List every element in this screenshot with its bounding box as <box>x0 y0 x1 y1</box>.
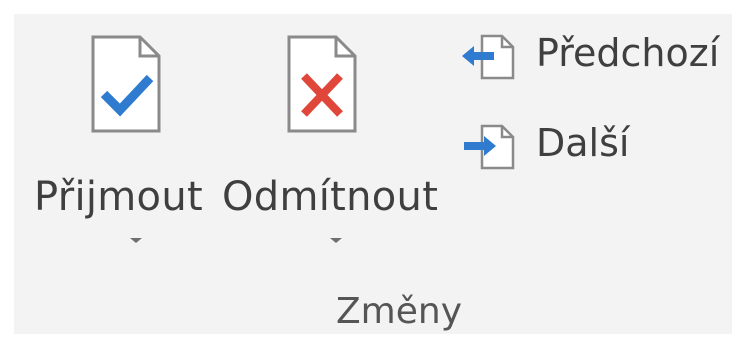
next-change-label: Další <box>536 121 630 165</box>
previous-change-button[interactable]: Předchozí <box>460 28 730 84</box>
next-change-button[interactable]: Další <box>460 118 730 174</box>
previous-change-icon <box>462 34 515 80</box>
accept-label: Přijmout <box>34 174 203 220</box>
reject-button[interactable]: Odmítnout <box>222 14 452 284</box>
previous-change-label: Předchozí <box>536 31 720 75</box>
reject-dropdown-chevron-icon[interactable] <box>330 238 342 243</box>
changes-ribbon-group: Přijmout Odmítnout Předchozí Další Změny <box>14 14 732 334</box>
accept-dropdown-chevron-icon[interactable] <box>130 238 142 243</box>
accept-document-icon <box>91 35 161 133</box>
next-change-icon <box>464 124 515 170</box>
group-label: Změny <box>336 291 462 332</box>
accept-button[interactable]: Přijmout <box>34 14 214 284</box>
reject-label: Odmítnout <box>222 174 439 220</box>
reject-document-icon <box>287 35 357 133</box>
